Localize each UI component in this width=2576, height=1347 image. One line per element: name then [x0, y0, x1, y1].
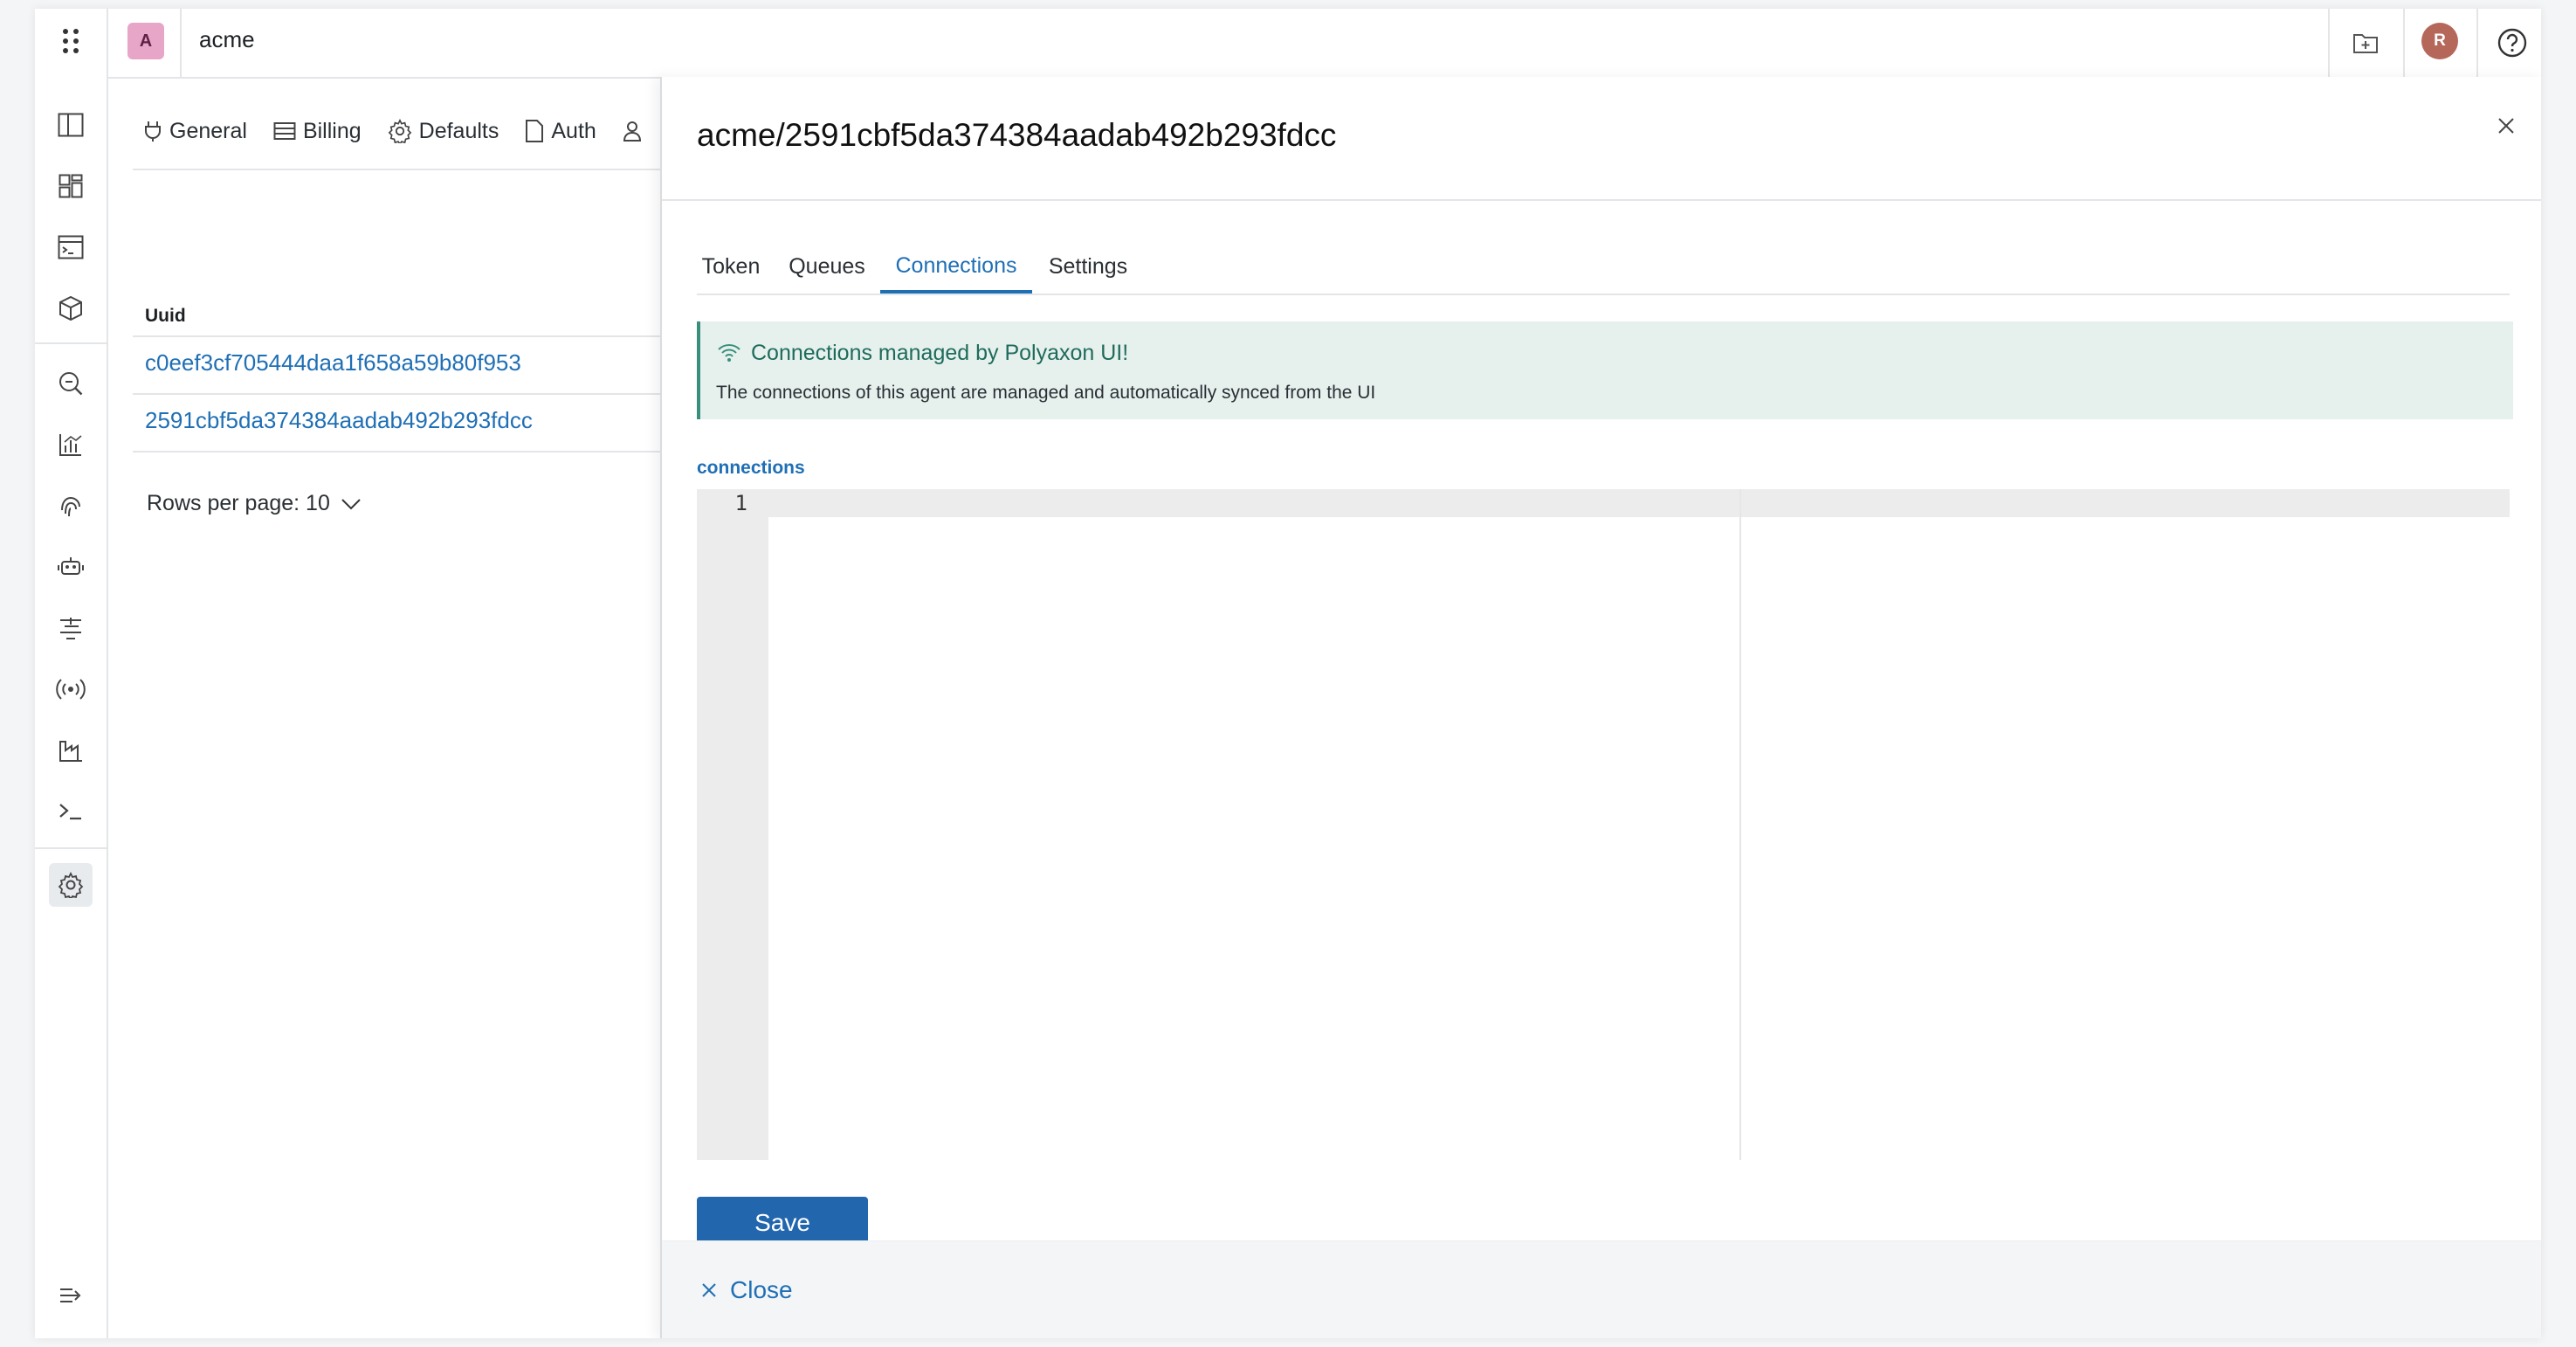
chart-bars-icon[interactable] — [49, 423, 93, 466]
chevron-down-icon — [341, 498, 361, 509]
terminal-panel-icon[interactable] — [49, 225, 93, 269]
tab-defaults[interactable]: Defaults — [388, 114, 499, 149]
org-avatar[interactable]: A — [127, 23, 164, 59]
close-button[interactable]: Close — [700, 1276, 793, 1304]
divider — [133, 393, 700, 395]
connections-label: connections — [697, 458, 805, 478]
signal-broadcast-icon[interactable] — [49, 667, 93, 711]
tab-label: Defaults — [418, 118, 499, 143]
rows-per-page-label: Rows per page: 10 — [147, 491, 330, 515]
line-number: 1 — [734, 491, 747, 515]
document-icon — [526, 120, 544, 142]
divider — [133, 169, 700, 170]
uuid-link[interactable]: c0eef3cf705444daa1f658a59b80f953 — [145, 349, 521, 376]
divider — [107, 9, 108, 77]
rows-per-page-select[interactable]: Rows per page: 10 — [147, 491, 362, 516]
factory-icon[interactable] — [49, 729, 93, 772]
user-avatar[interactable]: R — [2421, 23, 2458, 59]
uuid-link[interactable]: 2591cbf5da374384aadab492b293fdcc — [145, 407, 533, 434]
app-window: A acme R General Billing Defaults Auth U… — [35, 9, 2541, 1338]
editor-active-line[interactable] — [768, 489, 2510, 517]
top-bar: A acme R — [35, 9, 2541, 79]
tab-general[interactable]: General — [143, 114, 247, 149]
tab-label: General — [169, 118, 247, 143]
wifi-icon — [718, 344, 740, 362]
plug-icon — [145, 121, 161, 142]
tab-token[interactable]: Token — [697, 241, 761, 292]
terminal-prompt-icon[interactable] — [49, 790, 93, 833]
tab-billing[interactable]: Billing — [273, 114, 362, 149]
divider — [133, 451, 700, 452]
tab-connections[interactable]: Connections — [880, 241, 1032, 294]
gear-icon — [388, 119, 411, 143]
tab-more[interactable] — [623, 114, 642, 149]
tab-label: Billing — [302, 118, 362, 143]
close-icon[interactable] — [2489, 108, 2524, 143]
divider — [662, 199, 2541, 201]
drawer-tabs: Token Queues Connections Settings — [697, 241, 2510, 295]
settings-tabs: General Billing Defaults Auth — [143, 114, 642, 166]
new-folder-icon[interactable] — [2344, 21, 2387, 65]
divider — [180, 9, 182, 77]
close-icon — [702, 1283, 716, 1297]
drawer-title: acme/2591cbf5da374384aadab492b293fdcc — [697, 117, 1337, 153]
collapse-arrow-icon[interactable] — [49, 1274, 93, 1317]
apps-grid-icon[interactable] — [49, 19, 93, 63]
tab-queues[interactable]: Queues — [788, 241, 866, 292]
help-icon[interactable] — [2490, 21, 2534, 65]
callout-title: Connections managed by Polyaxon UI! — [751, 341, 1129, 365]
billing-icon — [273, 122, 296, 140]
search-zoom-icon[interactable] — [49, 362, 93, 405]
robot-icon[interactable] — [49, 545, 93, 589]
filter-lines-icon[interactable] — [49, 606, 93, 650]
divider — [35, 847, 107, 849]
divider — [2403, 9, 2405, 77]
close-label: Close — [730, 1276, 793, 1303]
gear-icon[interactable] — [49, 863, 93, 907]
editor-gutter: 1 — [697, 489, 768, 1160]
divider — [133, 335, 700, 337]
divider — [2476, 9, 2478, 77]
tab-label: Auth — [551, 118, 596, 143]
agent-drawer: acme/2591cbf5da374384aadab492b293fdcc To… — [660, 77, 2541, 1338]
tab-settings[interactable]: Settings — [1044, 241, 1132, 292]
org-name[interactable]: acme — [199, 26, 255, 53]
managed-callout: Connections managed by Polyaxon UI! The … — [697, 321, 2513, 419]
sidebar — [35, 77, 108, 1338]
connections-editor[interactable]: 1 — [697, 489, 2510, 1160]
user-icon — [623, 121, 641, 142]
divider — [2328, 9, 2330, 77]
tab-auth[interactable]: Auth — [525, 114, 596, 149]
columns-icon[interactable] — [49, 103, 93, 147]
callout-body: The connections of this agent are manage… — [716, 383, 1376, 403]
drawer-footer: Close — [662, 1240, 2541, 1338]
editor-print-margin — [1739, 489, 1741, 1160]
column-header-uuid[interactable]: Uuid — [145, 306, 186, 327]
divider — [35, 342, 107, 344]
fingerprint-icon[interactable] — [49, 484, 93, 528]
dashboard-grid-icon[interactable] — [49, 164, 93, 208]
cube-icon[interactable] — [49, 287, 93, 330]
